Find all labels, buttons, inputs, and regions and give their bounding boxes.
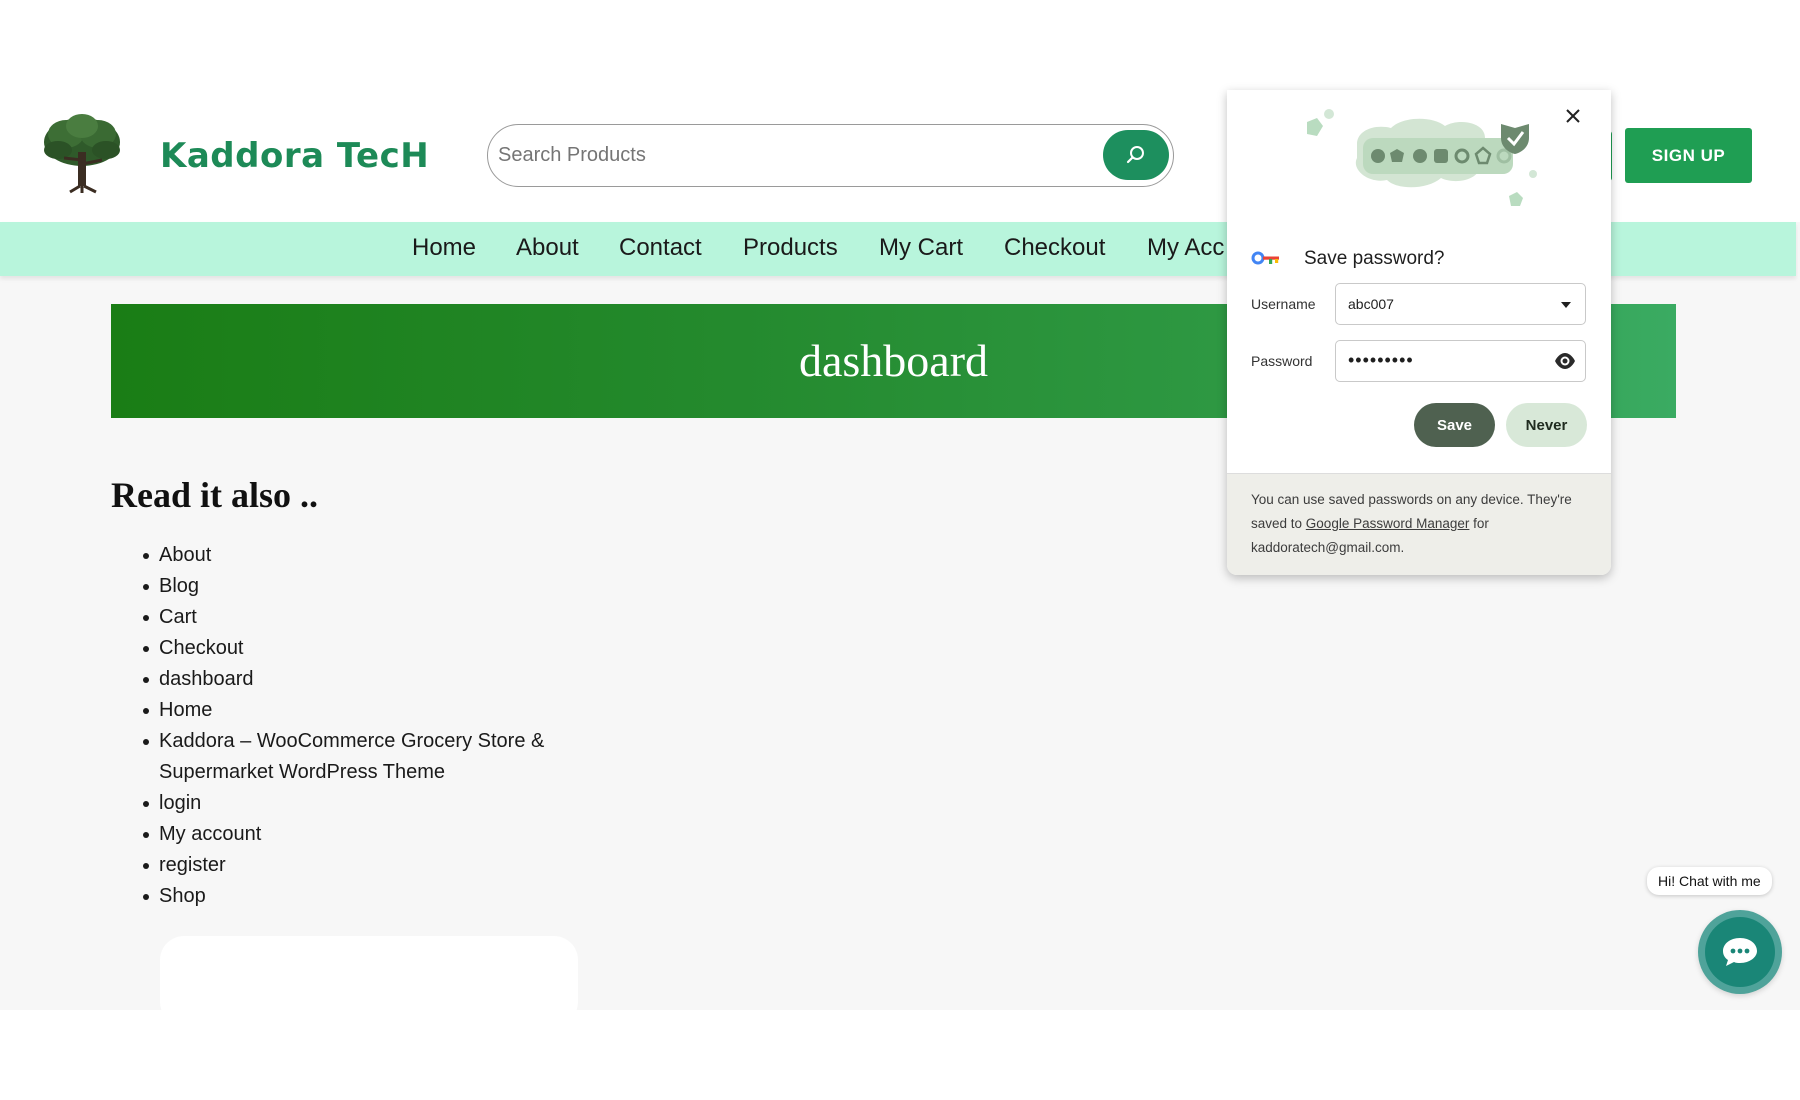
link-cart[interactable]: Cart <box>159 606 197 628</box>
close-button[interactable] <box>1559 102 1587 130</box>
chat-greeting[interactable]: Hi! Chat with me <box>1647 867 1772 895</box>
list-item: About <box>143 540 599 571</box>
search-icon <box>1126 146 1144 164</box>
search-button[interactable] <box>1103 130 1169 180</box>
nav-item-my-cart[interactable]: My Cart <box>879 234 963 262</box>
password-value: ••••••••• <box>1348 350 1414 370</box>
nav-item-products[interactable]: Products <box>743 234 838 262</box>
dialog-title: Save password? <box>1304 248 1445 269</box>
link-kaddora-theme[interactable]: Kaddora – WooCommerce Grocery Store & Su… <box>159 730 544 783</box>
chat-bubble-icon <box>1723 938 1757 966</box>
list-item: register <box>143 850 599 881</box>
nav-item-contact[interactable]: Contact <box>619 234 702 262</box>
link-home[interactable]: Home <box>159 699 212 721</box>
eye-icon[interactable] <box>1554 352 1576 370</box>
link-dashboard[interactable]: dashboard <box>159 668 254 690</box>
link-checkout[interactable]: Checkout <box>159 637 244 659</box>
search-bar <box>487 124 1174 187</box>
link-shop[interactable]: Shop <box>159 885 206 907</box>
never-button[interactable]: Never <box>1506 403 1587 447</box>
read-also-heading: Read it also .. <box>111 475 318 515</box>
nav-item-home[interactable]: Home <box>412 234 476 262</box>
username-field[interactable]: abc007 <box>1335 283 1586 325</box>
password-illustration-icon <box>1307 109 1537 206</box>
password-manager-link[interactable]: Google Password Manager <box>1306 516 1470 531</box>
list-item: My account <box>143 819 599 850</box>
list-item: Blog <box>143 571 599 602</box>
chat-button-inner <box>1705 917 1775 987</box>
username-label: Username <box>1251 296 1316 312</box>
chat-button[interactable] <box>1698 910 1782 994</box>
list-item: Home <box>143 695 599 726</box>
signup-button[interactable]: SIGN UP <box>1625 128 1752 183</box>
search-input[interactable] <box>498 133 1058 177</box>
username-value: abc007 <box>1348 296 1394 312</box>
list-item: login <box>143 788 599 819</box>
tree-logo-icon[interactable] <box>40 112 124 194</box>
list-item: Shop <box>143 881 599 912</box>
save-button[interactable]: Save <box>1414 403 1495 447</box>
link-about[interactable]: About <box>159 544 211 566</box>
nav-item-checkout[interactable]: Checkout <box>1004 234 1105 262</box>
password-label: Password <box>1251 353 1313 369</box>
nav-item-my-account[interactable]: My Acc <box>1147 234 1224 262</box>
top-blank-area <box>0 0 1800 90</box>
list-item: Cart <box>143 602 599 633</box>
read-also-list: About Blog Cart Checkout dashboard Home … <box>143 540 599 912</box>
list-item: Checkout <box>143 633 599 664</box>
list-item: Kaddora – WooCommerce Grocery Store & Su… <box>143 726 599 788</box>
link-register[interactable]: register <box>159 854 226 876</box>
save-password-dialog: Save password? Username abc007 Password … <box>1227 90 1611 575</box>
link-my-account[interactable]: My account <box>159 823 261 845</box>
password-key-icon <box>1251 251 1279 265</box>
link-blog[interactable]: Blog <box>159 575 199 597</box>
footer-note: You can use saved passwords on any devic… <box>1251 488 1591 560</box>
password-field[interactable]: ••••••••• <box>1335 340 1586 382</box>
nav-item-about[interactable]: About <box>516 234 579 262</box>
link-login[interactable]: login <box>159 792 201 814</box>
bottom-card <box>160 936 578 1010</box>
dialog-footer: You can use saved passwords on any devic… <box>1227 473 1611 575</box>
list-item: dashboard <box>143 664 599 695</box>
close-icon <box>1566 109 1580 123</box>
chevron-down-icon[interactable] <box>1561 302 1571 308</box>
brand-name[interactable]: Kaddora TecH <box>160 136 429 176</box>
